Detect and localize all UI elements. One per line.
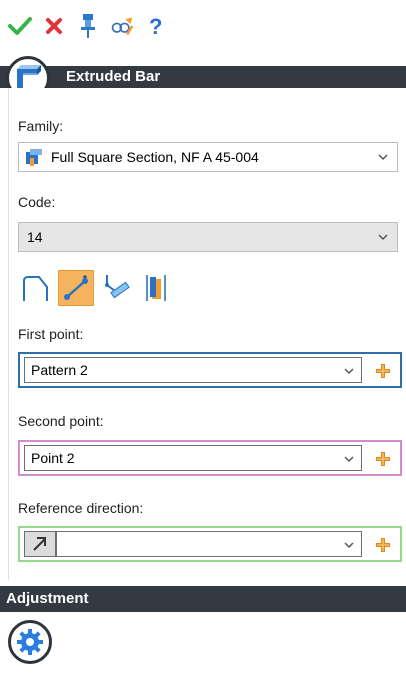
chevron-down-icon bbox=[344, 368, 354, 375]
reference-direction-label: Reference direction: bbox=[18, 500, 144, 516]
first-point-label: First point: bbox=[18, 326, 84, 342]
adjustment-title-bar[interactable]: Adjustment bbox=[0, 586, 406, 612]
second-point-field: Point 2 bbox=[18, 440, 402, 476]
pin-icon[interactable] bbox=[76, 14, 100, 38]
adjustment-title: Adjustment bbox=[6, 590, 89, 607]
bounded-mode-button[interactable] bbox=[138, 270, 174, 306]
profile-path-mode-button[interactable] bbox=[18, 270, 54, 306]
chevron-down-icon bbox=[378, 154, 388, 161]
two-points-mode-button[interactable] bbox=[58, 270, 94, 306]
point-direction-length-mode-button[interactable] bbox=[98, 270, 134, 306]
creation-mode-row bbox=[18, 268, 174, 308]
first-point-value: Pattern 2 bbox=[31, 362, 88, 378]
profile-icon bbox=[25, 149, 43, 170]
second-point-label: Second point: bbox=[18, 413, 104, 429]
first-point-select[interactable]: Pattern 2 bbox=[24, 357, 362, 383]
plus-icon[interactable] bbox=[374, 362, 392, 380]
code-label: Code: bbox=[18, 194, 56, 210]
panel-title: Extruded Bar bbox=[66, 68, 161, 85]
family-select[interactable]: Full Square Section, NF A 45-004 bbox=[18, 142, 398, 172]
close-icon[interactable] bbox=[42, 14, 66, 38]
code-value: 14 bbox=[27, 229, 43, 245]
family-value: Full Square Section, NF A 45-004 bbox=[51, 149, 259, 165]
chevron-down-icon bbox=[378, 234, 388, 241]
second-point-select[interactable]: Point 2 bbox=[24, 445, 362, 471]
help-icon[interactable]: ? bbox=[144, 14, 168, 38]
toolbar: ? bbox=[8, 8, 168, 44]
gear-icon[interactable] bbox=[8, 620, 52, 664]
preview-icon[interactable] bbox=[110, 14, 134, 38]
reference-direction-select[interactable] bbox=[56, 531, 362, 557]
second-point-value: Point 2 bbox=[31, 450, 75, 466]
plus-icon[interactable] bbox=[374, 536, 392, 554]
reference-direction-field bbox=[18, 526, 402, 562]
svg-text:?: ? bbox=[149, 14, 162, 38]
chevron-down-icon bbox=[344, 542, 354, 549]
direction-arrow-icon[interactable] bbox=[24, 531, 56, 557]
check-icon[interactable] bbox=[8, 14, 32, 38]
chevron-down-icon bbox=[344, 456, 354, 463]
family-label: Family: bbox=[18, 118, 64, 134]
plus-icon[interactable] bbox=[374, 450, 392, 468]
first-point-field: Pattern 2 bbox=[18, 352, 402, 388]
code-select[interactable]: 14 bbox=[18, 222, 398, 252]
panel-title-bar[interactable]: Extruded Bar bbox=[0, 66, 406, 88]
